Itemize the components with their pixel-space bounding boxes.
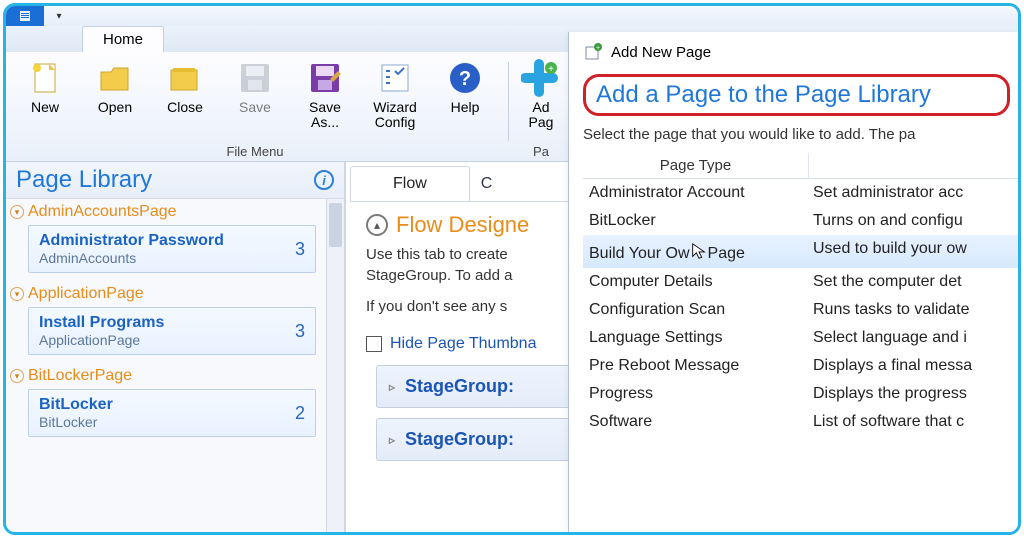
dialog-title: Add New Page [611,44,711,61]
close-button[interactable]: Close [156,58,214,142]
category-application[interactable]: ▾ApplicationPage [10,285,320,303]
col-page-type[interactable]: Page Type [583,153,809,178]
open-button[interactable]: Open [86,58,144,142]
add-page-dialog: + Add New Page Add a Page to the Page Li… [568,32,1018,532]
dialog-subtitle: Select the page that you would like to a… [583,126,1018,143]
save-as-button[interactable]: Save As... [296,58,354,142]
wizard-config-button[interactable]: Wizard Config [366,58,424,142]
category-bitlocker[interactable]: ▾BitLockerPage [10,367,320,385]
dialog-heading: Add a Page to the Page Library [596,81,997,109]
category-admin-accounts[interactable]: ▾AdminAccountsPage [10,203,320,221]
page-type-row[interactable]: Pre Reboot MessageDisplays a final messa [583,352,1018,380]
info-icon[interactable]: i [314,170,334,190]
expand-icon: ▹ [389,380,395,394]
svg-text:+: + [548,64,554,75]
help-button[interactable]: ?Help [436,58,494,142]
page-item-bitlocker[interactable]: BitLockerBitLocker 2 [28,389,316,437]
hide-thumbnails-label: Hide Page Thumbna [390,335,536,353]
page-type-row[interactable]: Configuration ScanRuns tasks to validate [583,296,1018,324]
new-button[interactable]: New [16,58,74,142]
sidebar-scrollbar[interactable] [326,199,344,532]
dialog-icon: + [583,42,603,62]
ribbon-group-file-label: File Menu [226,142,283,161]
collapse-icon[interactable]: ▴ [366,214,388,236]
page-type-row[interactable]: Build Your OwPageUsed to build your ow [583,235,1018,268]
flow-designer-title: Flow Designe [396,212,529,238]
add-page-button[interactable]: +Ad Pag [515,58,567,142]
twisty-icon: ▾ [10,369,24,383]
page-item-install-programs[interactable]: Install ProgramsApplicationPage 3 [28,307,316,355]
mouse-cursor-icon [690,242,708,265]
dialog-heading-highlight: Add a Page to the Page Library [583,74,1010,116]
tab-flow[interactable]: Flow [350,166,470,201]
twisty-icon: ▾ [10,287,24,301]
twisty-icon: ▾ [10,205,24,219]
page-type-table: Page Type Administrator AccountSet admin… [583,153,1018,436]
tab-other[interactable]: C [470,166,504,201]
title-bar: ▾ [6,6,1018,26]
page-type-row[interactable]: Administrator AccountSet administrator a… [583,179,1018,207]
tab-home[interactable]: Home [82,26,164,52]
page-library-title: Page Library [16,166,314,194]
page-type-row[interactable]: Language SettingsSelect language and i [583,324,1018,352]
hide-thumbnails-checkbox[interactable] [366,336,382,352]
page-type-row[interactable]: Computer DetailsSet the computer det [583,268,1018,296]
page-library-panel: Page Library i ▾AdminAccountsPage Admini… [6,162,346,532]
page-type-row[interactable]: SoftwareList of software that c [583,408,1018,436]
quick-access-dropdown[interactable]: ▾ [44,6,74,26]
page-type-row[interactable]: ProgressDisplays the progress [583,380,1018,408]
page-item-admin-password[interactable]: Administrator PasswordAdminAccounts 3 [28,225,316,273]
save-button[interactable]: Save [226,58,284,142]
app-menu-icon[interactable] [6,6,44,26]
expand-icon: ▹ [389,433,395,447]
page-type-row[interactable]: BitLockerTurns on and configu [583,207,1018,235]
ribbon-group-page-label: Pa [533,142,549,161]
svg-text:?: ? [459,68,471,90]
svg-text:+: + [596,45,600,52]
